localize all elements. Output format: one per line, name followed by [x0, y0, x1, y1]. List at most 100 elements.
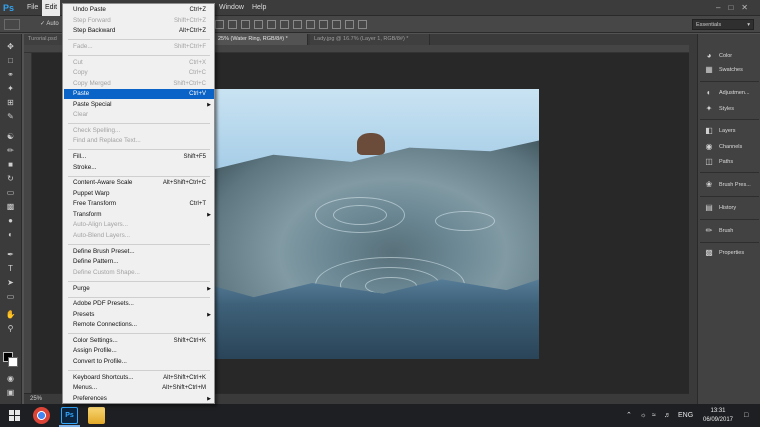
panel-paths[interactable]: ◫ Paths: [698, 155, 760, 169]
menu-item-free-transform[interactable]: Free Transform Ctrl+T: [64, 199, 214, 209]
windows-start-icon[interactable]: [9, 410, 20, 421]
menu-item-preferences[interactable]: Preferences ▶: [64, 394, 214, 404]
gradient-tool-icon[interactable]: ▩: [5, 202, 16, 211]
auto-select-checkbox[interactable]: ✓ Auto: [40, 20, 59, 27]
panel-swatches[interactable]: ▦ Swatches: [698, 63, 760, 77]
menu-item-define-pattern[interactable]: Define Pattern...: [64, 257, 214, 267]
zoom-level[interactable]: 25%: [30, 395, 42, 404]
dodge-tool-icon[interactable]: ◐: [5, 230, 16, 239]
menu-item-stroke[interactable]: Stroke...: [64, 163, 214, 173]
background-color-swatch[interactable]: [8, 357, 18, 367]
panel-styles[interactable]: ✦ Styles: [698, 102, 760, 116]
notification-icon[interactable]: □: [744, 411, 748, 420]
marquee-tool-icon[interactable]: □: [5, 56, 16, 65]
menu-item-transform[interactable]: Transform ▶: [64, 210, 214, 220]
menu-item-menus[interactable]: Menus... Alt+Shift+Ctrl+M: [64, 383, 214, 393]
pen-tool-icon[interactable]: ✒: [5, 250, 16, 259]
menu-item-step-forward[interactable]: Step Forward Shift+Ctrl+Z: [64, 16, 214, 26]
align-buttons[interactable]: [215, 20, 371, 29]
menu-item-define-custom-shape[interactable]: Define Custom Shape...: [64, 268, 214, 278]
menu-item-paste[interactable]: Paste Ctrl+V: [64, 89, 214, 99]
align-left-icon[interactable]: [254, 20, 263, 29]
move-tool-preset-icon[interactable]: [4, 19, 20, 30]
menu-item-paste-special[interactable]: Paste Special ▶: [64, 100, 214, 110]
menu-item-presets[interactable]: Presets ▶: [64, 310, 214, 320]
menu-item-clear[interactable]: Clear: [64, 110, 214, 120]
window-controls[interactable]: –□✕: [716, 3, 756, 12]
menu-item-puppet-warp[interactable]: Puppet Warp: [64, 189, 214, 199]
panel-history[interactable]: ▤ History: [698, 201, 760, 215]
menu-edit[interactable]: Edit: [42, 0, 61, 16]
menu-item-auto-blend-layers[interactable]: Auto-Blend Layers...: [64, 231, 214, 241]
menu-item-keyboard-shortcuts[interactable]: Keyboard Shortcuts... Alt+Shift+Ctrl+K: [64, 373, 214, 383]
tab-water-ring[interactable]: 25% (Water Ring, RGB/8#) *: [214, 34, 308, 45]
menu-item-assign-profile[interactable]: Assign Profile...: [64, 346, 214, 356]
align-bottom-icon[interactable]: [241, 20, 250, 29]
network-icon[interactable]: ☼: [640, 411, 646, 420]
eyedropper-tool-icon[interactable]: ✎: [5, 112, 16, 121]
align-middle-icon[interactable]: [228, 20, 237, 29]
menu-item-purge[interactable]: Purge ▶: [64, 284, 214, 294]
distribute-left-icon[interactable]: [332, 20, 341, 29]
quick-select-tool-icon[interactable]: ✦: [5, 84, 16, 93]
menu-item-undo-paste[interactable]: Undo Paste Ctrl+Z: [64, 5, 214, 15]
menu-item-convert-to-profile[interactable]: Convert to Profile...: [64, 357, 214, 367]
language-indicator[interactable]: ENG: [678, 411, 693, 420]
menu-item-content-aware-scale[interactable]: Content-Aware Scale Alt+Shift+Ctrl+C: [64, 178, 214, 188]
photoshop-taskbar-icon[interactable]: Ps: [61, 407, 78, 424]
menu-item-color-settings[interactable]: Color Settings... Shift+Ctrl+K: [64, 336, 214, 346]
panel-brush-presets[interactable]: ❀ Brush Pres...: [698, 178, 760, 192]
tab-turorial[interactable]: Turorial.psd: [24, 34, 64, 45]
history-brush-tool-icon[interactable]: ↻: [5, 174, 16, 183]
menu-item-cut[interactable]: Cut Ctrl+X: [64, 58, 214, 68]
distribute-right-icon[interactable]: [358, 20, 367, 29]
menu-item-copy[interactable]: Copy Ctrl+C: [64, 68, 214, 78]
document-image[interactable]: [215, 89, 539, 359]
shape-tool-icon[interactable]: ▭: [5, 292, 16, 301]
panel-brush[interactable]: ✏ Brush: [698, 224, 760, 238]
panel-layers[interactable]: ◧ Layers: [698, 124, 760, 138]
quick-mask-icon[interactable]: ◉: [5, 374, 16, 383]
distribute-top-icon[interactable]: [293, 20, 302, 29]
blur-tool-icon[interactable]: ●: [5, 216, 16, 225]
type-tool-icon[interactable]: T: [5, 264, 16, 273]
path-selection-tool-icon[interactable]: ➤: [5, 278, 16, 287]
align-top-icon[interactable]: [215, 20, 224, 29]
align-right-icon[interactable]: [280, 20, 289, 29]
zoom-tool-icon[interactable]: ⚲: [5, 324, 16, 333]
menu-file[interactable]: File: [24, 0, 41, 16]
distribute-middle-icon[interactable]: [306, 20, 315, 29]
workspace-select[interactable]: Essentials ▾: [692, 19, 754, 30]
menu-item-copy-merged[interactable]: Copy Merged Shift+Ctrl+C: [64, 79, 214, 89]
menu-item-define-brush-preset[interactable]: Define Brush Preset...: [64, 247, 214, 257]
panel-color[interactable]: ◕ Color: [698, 49, 760, 63]
healing-brush-tool-icon[interactable]: ☯: [5, 132, 16, 141]
screen-mode-icon[interactable]: ▣: [5, 388, 16, 397]
align-center-icon[interactable]: [267, 20, 276, 29]
clock[interactable]: 13:31 06/09/2017: [698, 404, 738, 427]
panel-dock-collapse-strip[interactable]: [689, 34, 697, 404]
crop-tool-icon[interactable]: ⊞: [5, 98, 16, 107]
menu-item-fade[interactable]: Fade... Shift+Ctrl+F: [64, 42, 214, 52]
clone-stamp-tool-icon[interactable]: ■: [5, 160, 16, 169]
menu-item-remote-connections[interactable]: Remote Connections...: [64, 320, 214, 330]
menu-help[interactable]: Help: [249, 0, 269, 16]
menu-item-find-replace[interactable]: Find and Replace Text...: [64, 136, 214, 146]
menu-window[interactable]: Window: [216, 0, 247, 16]
menu-item-check-spelling[interactable]: Check Spelling...: [64, 126, 214, 136]
hand-tool-icon[interactable]: ✋: [5, 310, 16, 319]
lasso-tool-icon[interactable]: ⚭: [5, 70, 16, 79]
distribute-center-icon[interactable]: [345, 20, 354, 29]
chevron-up-icon[interactable]: ⌃: [626, 411, 632, 420]
menu-item-adobe-pdf-presets[interactable]: Adobe PDF Presets...: [64, 299, 214, 309]
panel-adjustments[interactable]: ◐ Adjustmen...: [698, 86, 760, 100]
move-tool-icon[interactable]: ✥: [5, 42, 16, 51]
panel-properties[interactable]: ▩ Properties: [698, 246, 760, 260]
menu-item-fill[interactable]: Fill... Shift+F5: [64, 152, 214, 162]
eraser-tool-icon[interactable]: ▭: [5, 188, 16, 197]
file-explorer-icon[interactable]: [88, 407, 105, 424]
volume-icon[interactable]: ♬: [664, 411, 671, 420]
distribute-bottom-icon[interactable]: [319, 20, 328, 29]
wifi-icon[interactable]: ≈: [652, 411, 656, 420]
tab-lady[interactable]: Lady.jpg @ 16.7% (Layer 1, RGB/8#) *: [310, 34, 430, 45]
